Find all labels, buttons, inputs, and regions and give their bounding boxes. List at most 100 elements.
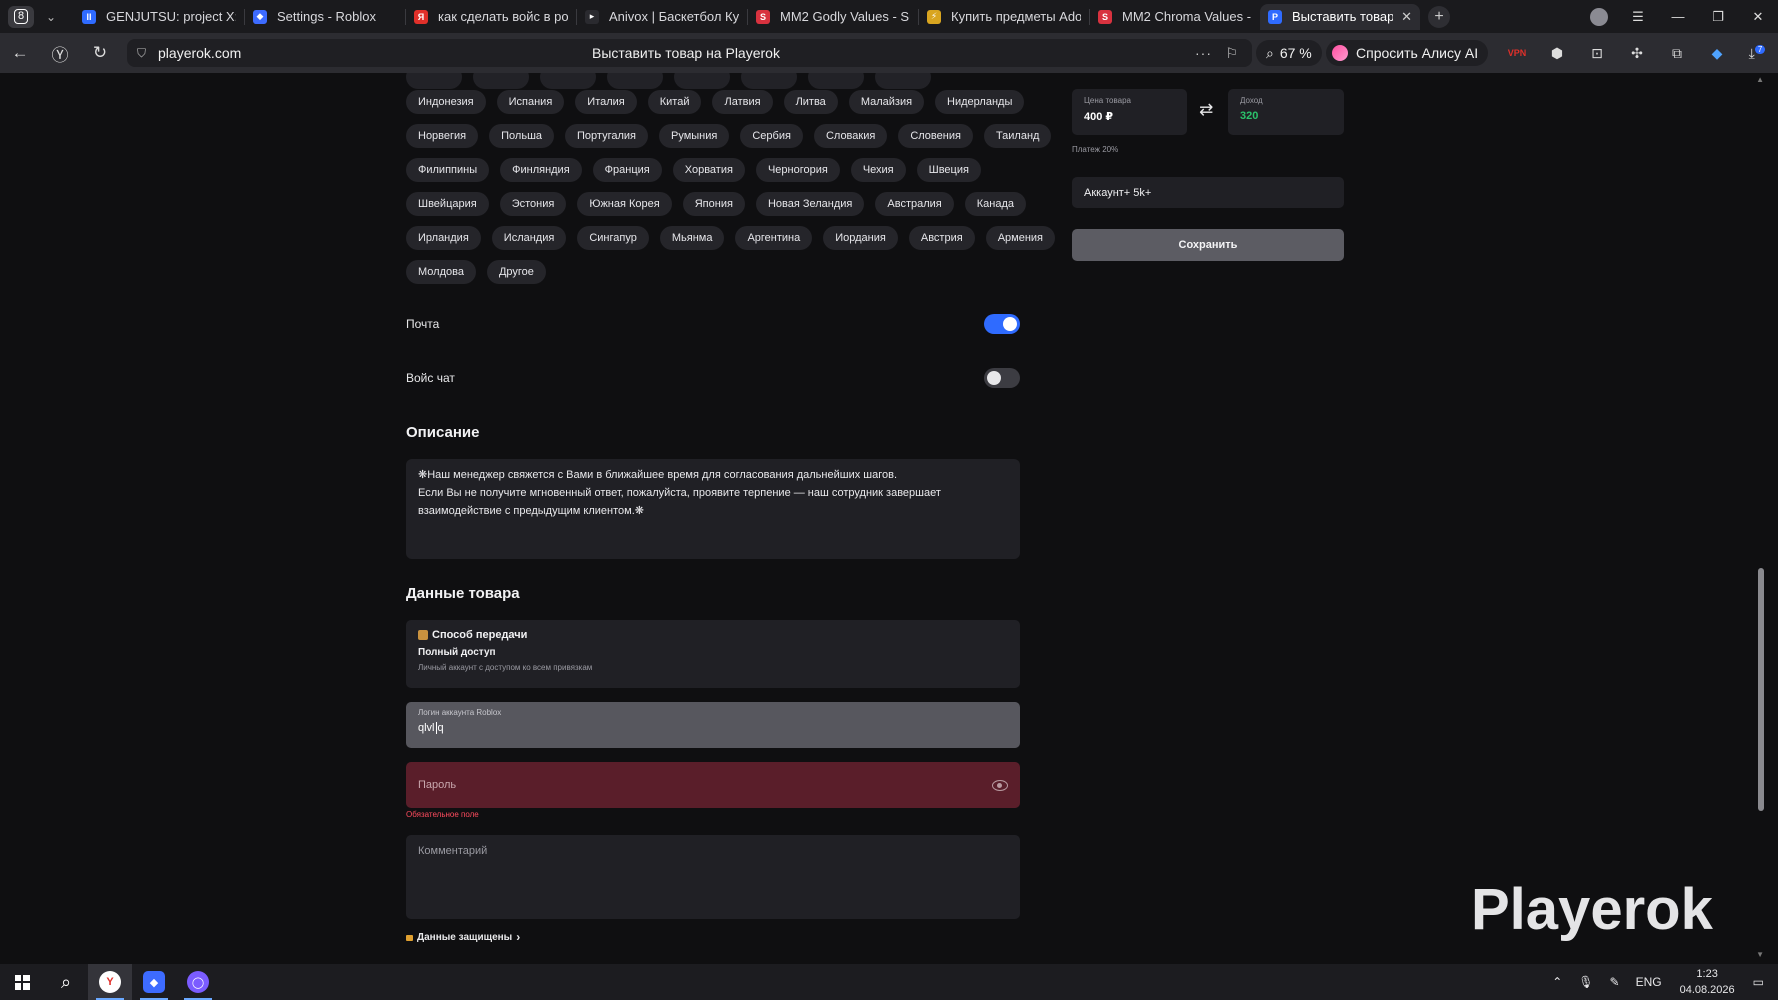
close-window-icon[interactable]: ✕ <box>1738 9 1778 25</box>
data-protected-link[interactable]: Данные защищены › <box>406 930 520 944</box>
reload-icon[interactable]: ↻ <box>80 43 120 63</box>
country-chip[interactable]: Сингапур <box>577 226 649 250</box>
profile-avatar[interactable] <box>1590 7 1608 26</box>
country-chip[interactable]: Испания <box>496 90 565 114</box>
country-chip[interactable]: Финляндия <box>500 158 582 182</box>
country-chip[interactable]: Черногория <box>755 158 840 182</box>
close-tab-icon[interactable]: ✕ <box>1401 9 1412 25</box>
country-chip-partial[interactable] <box>607 73 663 89</box>
country-chip[interactable]: Словения <box>898 124 973 148</box>
language-indicator[interactable]: ENG <box>1628 975 1670 989</box>
browser-tab[interactable]: ▸ Anivox | Баскетбол Куро <box>577 4 747 30</box>
comment-textarea[interactable]: Комментарий <box>406 835 1020 919</box>
country-chip[interactable]: Армения <box>985 226 1055 250</box>
save-button[interactable]: Сохранить <box>1072 229 1344 261</box>
back-icon[interactable]: ← <box>0 43 40 63</box>
roblox-login-input[interactable]: Логин аккаунта Roblox qlvl q <box>406 702 1020 748</box>
country-chip[interactable]: Канада <box>964 192 1027 216</box>
browser-tab[interactable]: Якак сделать войс в робл <box>406 4 576 30</box>
taskbar-clock[interactable]: 1:23 04.08.2026 <box>1670 966 1745 998</box>
country-chip[interactable]: Новая Зеландия <box>755 192 865 216</box>
bookmark-icon[interactable]: ⚐ <box>1225 45 1238 62</box>
minimize-icon[interactable]: — <box>1658 9 1698 24</box>
mail-toggle-switch[interactable] <box>984 314 1020 334</box>
country-chip[interactable]: Китай <box>647 90 702 114</box>
translate-extension-icon[interactable]: ⊡ <box>1577 45 1617 62</box>
vpn-extension-icon[interactable]: VPN <box>1497 48 1537 58</box>
pen-icon[interactable]: ✎ <box>1602 975 1628 989</box>
country-chip[interactable]: Другое <box>486 260 546 284</box>
voice-chat-toggle-switch[interactable] <box>984 368 1020 388</box>
price-input[interactable]: Цена товара 400 ₽ <box>1072 89 1187 135</box>
country-chip[interactable]: Румыния <box>659 124 730 148</box>
country-chip[interactable]: Чехия <box>850 158 906 182</box>
password-input[interactable]: Пароль <box>406 762 1020 808</box>
income-input[interactable]: Доход 320 <box>1228 89 1344 135</box>
microphone-icon[interactable]: 🎙 <box>1570 975 1601 989</box>
taskbar-roblox[interactable]: ◆ <box>132 964 176 1000</box>
country-chip[interactable]: Австрия <box>908 226 975 250</box>
cube-extension-icon[interactable]: ⬢ <box>1537 45 1577 62</box>
country-chip[interactable]: Словакия <box>813 124 888 148</box>
yandex-home-icon[interactable]: Ⓨ <box>40 41 80 66</box>
country-chip[interactable]: Ирландия <box>406 226 481 250</box>
country-chip[interactable]: Польша <box>489 124 555 148</box>
country-chip-partial[interactable] <box>473 73 529 89</box>
country-chip[interactable]: Австралия <box>875 192 954 216</box>
browser-tab[interactable]: ◆ Settings - Roblox <box>245 4 405 30</box>
taskbar-yandex-browser[interactable]: Y <box>88 964 132 1000</box>
country-chip[interactable]: Италия <box>575 90 637 114</box>
ask-alice-button[interactable]: Спросить Алису AI <box>1326 40 1489 66</box>
country-chip[interactable]: Литва <box>783 90 838 114</box>
browser-tab[interactable]: II GENJUTSU: project X: cr <box>74 4 244 30</box>
country-chip[interactable]: Швеция <box>916 158 981 182</box>
browser-menu-icon[interactable]: ☰ <box>1618 9 1658 25</box>
country-chip[interactable]: Норвегия <box>406 124 479 148</box>
country-chip[interactable]: Филиппины <box>406 158 490 182</box>
taskbar-search-icon[interactable]: ⌕ <box>44 972 88 993</box>
browser-tab[interactable]: ⚡ Купить предметы Adopt <box>919 4 1089 30</box>
restore-icon[interactable]: ❐ <box>1698 9 1738 25</box>
country-chip[interactable]: Франция <box>592 158 662 182</box>
country-chip[interactable]: Швейцария <box>406 192 489 216</box>
country-chip-partial[interactable] <box>406 73 462 89</box>
country-chip[interactable]: Индонезия <box>406 90 486 114</box>
country-chip[interactable]: Иордания <box>823 226 898 250</box>
delivery-method-card[interactable]: Способ передачи Полный доступ Личный акк… <box>406 620 1020 688</box>
browser-tab[interactable]: P Выставить товар на P ✕ <box>1260 3 1420 30</box>
country-chip[interactable]: Малайзия <box>848 90 925 114</box>
tabs-dropdown-icon[interactable]: ⌄ <box>40 10 62 24</box>
country-chip[interactable]: Хорватия <box>672 158 745 182</box>
drop-extension-icon[interactable]: ◆ <box>1697 45 1737 62</box>
new-tab-button[interactable]: + <box>1428 5 1450 28</box>
country-chip[interactable]: Сербия <box>740 124 803 148</box>
country-chip-partial[interactable] <box>540 73 596 89</box>
taskbar-messenger[interactable]: ◯ <box>176 964 220 1000</box>
country-chip[interactable]: Мьянма <box>659 226 725 250</box>
tray-expand-icon[interactable]: ⌃ <box>1544 975 1570 989</box>
country-chip[interactable]: Латвия <box>712 90 773 114</box>
site-security-icon[interactable]: ⛉ <box>137 46 146 61</box>
product-title-field[interactable]: Аккаунт+ 5k+ <box>1072 177 1344 208</box>
country-chip[interactable]: Молдова <box>406 260 476 284</box>
country-chip-partial[interactable] <box>875 73 931 89</box>
downloads-icon[interactable]: ⤓ 7 <box>1737 45 1777 62</box>
start-button[interactable] <box>0 974 44 990</box>
collections-icon[interactable]: ⧉ <box>1657 45 1697 62</box>
country-chip[interactable]: Португалия <box>565 124 648 148</box>
url-field[interactable]: ⛉ playerok.com Выставить товар на Player… <box>127 39 1252 67</box>
country-chip[interactable]: Исландия <box>491 226 567 250</box>
country-chip[interactable]: Нидерланды <box>935 90 1025 114</box>
scroll-down-arrow-icon[interactable]: ▼ <box>1756 950 1764 959</box>
country-chip-partial[interactable] <box>808 73 864 89</box>
page-scrollbar-thumb[interactable] <box>1758 568 1764 811</box>
country-chip[interactable]: Эстония <box>499 192 567 216</box>
browser-tab[interactable]: S MM2 Godly Values - Supr <box>748 4 918 30</box>
puzzle-extensions-icon[interactable]: ✣ <box>1617 45 1657 62</box>
country-chip-partial[interactable] <box>741 73 797 89</box>
browser-tab[interactable]: S MM2 Chroma Values - Su <box>1090 4 1260 30</box>
zoom-indicator[interactable]: ⌕ 67 % <box>1256 40 1322 66</box>
country-chip[interactable]: Таиланд <box>983 124 1052 148</box>
description-textarea[interactable]: ❋Наш менеджер свяжется с Вами в ближайше… <box>406 459 1020 559</box>
country-chip[interactable]: Аргентина <box>735 226 813 250</box>
